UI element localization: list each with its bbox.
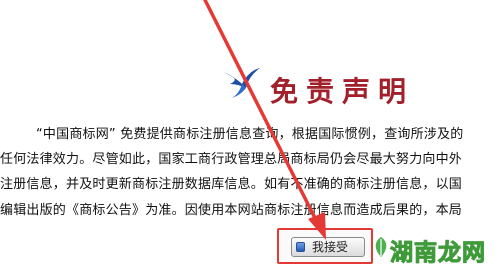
site-watermark: 湖南龙网: [372, 232, 490, 267]
disclaimer-text-line-4: 编辑出版的《商标公告》为准。因使用本网站商标注册信息而造成后果的，本局: [0, 203, 463, 218]
disclaimer-text-line-1: “中国商标网” 免费提供商标注册信息查询，根据国际惯例，查询所涉及的: [36, 127, 464, 142]
disclaimer-page: 免责声明 “中国商标网” 免费提供商标注册信息查询，根据国际惯例，查询所涉及的 …: [0, 0, 497, 275]
accept-button-label: 我接受: [312, 240, 349, 254]
button-icon: [296, 242, 305, 252]
watermark-text: 湖南龙网: [390, 240, 486, 267]
disclaimer-text-line-2: 任何法律效力。尽管如此，国家工商行政管理总局商标局仍会尽最大努力向中外: [0, 152, 463, 167]
accept-button-highlight: 我接受: [277, 228, 373, 264]
disclaimer-text-line-3: 注册信息，并及时更新商标注册数据库信息。如有不准确的商标注册信息，以国: [0, 177, 463, 192]
swallow-bird-icon: [224, 68, 260, 98]
accept-button[interactable]: 我接受: [291, 237, 365, 257]
page-title: 免责声明: [270, 75, 415, 108]
leaf-icon: [375, 237, 387, 257]
